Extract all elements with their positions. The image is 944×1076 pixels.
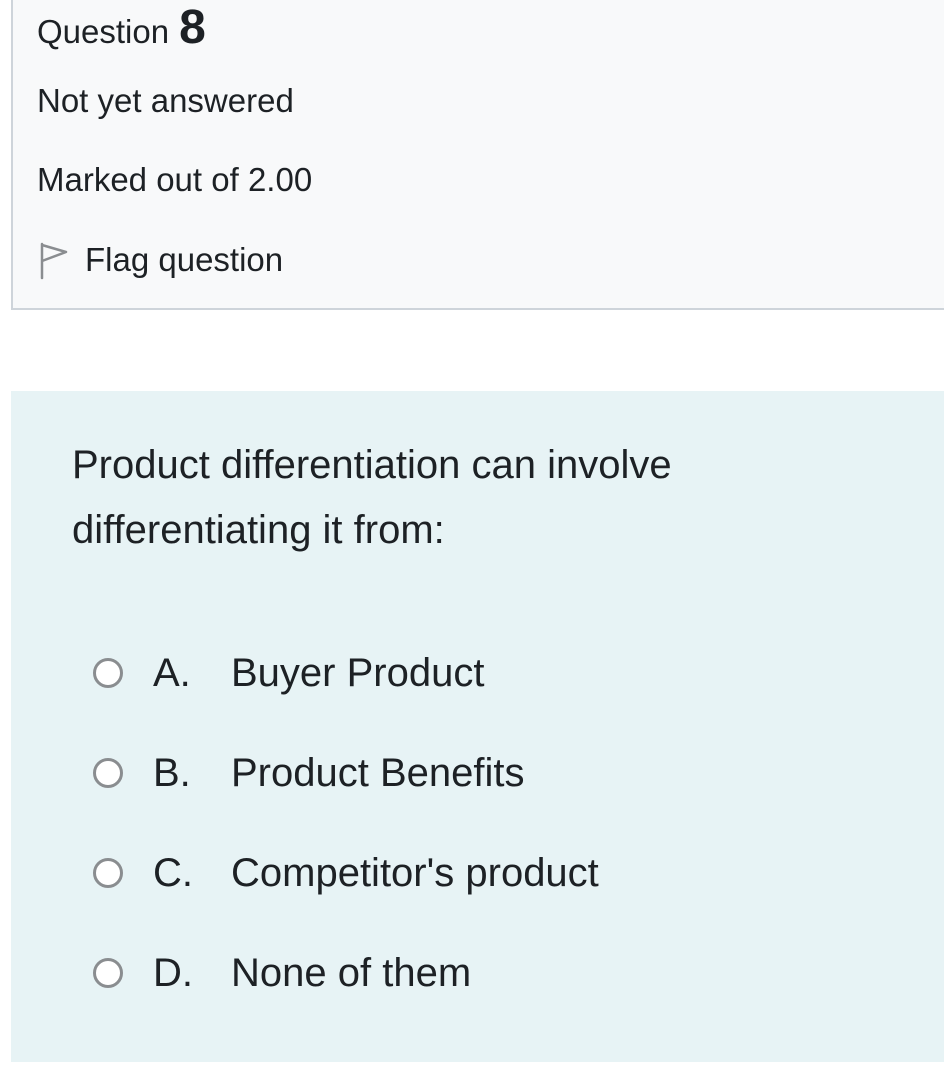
- answer-option-d[interactable]: D. None of them: [93, 923, 599, 1023]
- answer-option-b[interactable]: B. Product Benefits: [93, 723, 599, 823]
- radio-button[interactable]: [93, 958, 123, 988]
- question-content-panel: Product differentiation can involve diff…: [11, 391, 944, 1062]
- radio-button[interactable]: [93, 858, 123, 888]
- answer-letter: A.: [153, 650, 191, 695]
- question-status: Not yet answered: [37, 82, 294, 119]
- answer-letter: D.: [153, 950, 193, 995]
- question-label: Question: [37, 13, 170, 50]
- answer-letter: B.: [153, 750, 191, 795]
- answer-option-c[interactable]: C. Competitor's product: [93, 823, 599, 923]
- answer-text: None of them: [231, 950, 472, 995]
- radio-button[interactable]: [93, 658, 123, 688]
- question-info-panel: Question 8 Not yet answered Marked out o…: [11, 0, 944, 310]
- answer-option-a[interactable]: A. Buyer Product: [93, 623, 599, 723]
- answer-text: Competitor's product: [231, 850, 599, 895]
- answer-options: A. Buyer Product B. Product Benefits C. …: [93, 623, 599, 1023]
- question-text: Product differentiation can involve diff…: [72, 443, 672, 552]
- flag-icon: [37, 240, 71, 280]
- radio-button[interactable]: [93, 758, 123, 788]
- flag-question-button[interactable]: Flag question: [37, 240, 283, 280]
- answer-text: Buyer Product: [231, 650, 485, 695]
- flag-question-label: Flag question: [85, 241, 284, 278]
- question-number: 8: [179, 1, 206, 54]
- question-heading: Question 8: [37, 0, 206, 54]
- answer-text: Product Benefits: [231, 750, 525, 795]
- answer-letter: C.: [153, 850, 193, 895]
- question-marks: Marked out of 2.00: [37, 161, 313, 198]
